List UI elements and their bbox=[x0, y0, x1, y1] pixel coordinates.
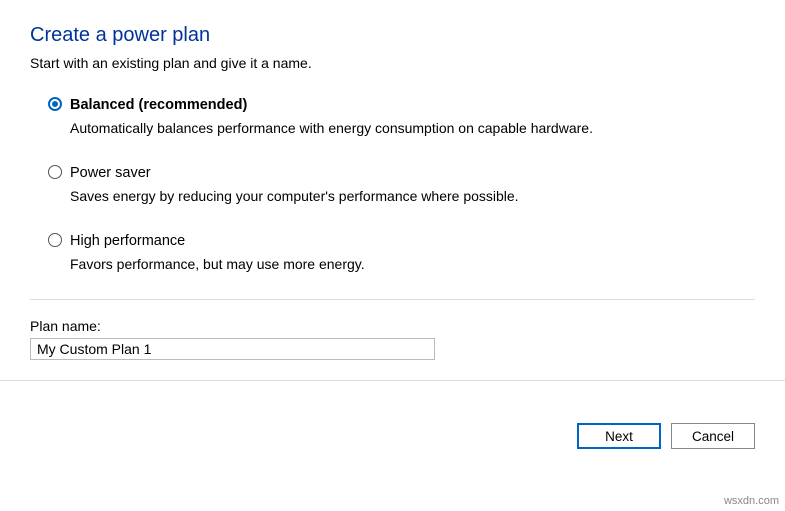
option-desc: Favors performance, but may use more ene… bbox=[70, 255, 755, 275]
option-label: Power saver bbox=[70, 163, 755, 183]
cancel-button[interactable]: Cancel bbox=[671, 423, 755, 449]
option-power-saver[interactable]: Power saver Saves energy by reducing you… bbox=[48, 163, 755, 207]
option-desc: Saves energy by reducing your computer's… bbox=[70, 187, 755, 207]
page-title: Create a power plan bbox=[30, 24, 755, 47]
page-subtitle: Start with an existing plan and give it … bbox=[30, 55, 755, 71]
radio-icon bbox=[48, 233, 62, 247]
footer-divider bbox=[0, 380, 785, 381]
option-balanced[interactable]: Balanced (recommended) Automatically bal… bbox=[48, 95, 755, 139]
plan-options: Balanced (recommended) Automatically bal… bbox=[30, 95, 755, 275]
option-label: High performance bbox=[70, 231, 755, 251]
plan-name-input[interactable] bbox=[30, 338, 435, 360]
divider bbox=[30, 299, 755, 300]
option-label: Balanced (recommended) bbox=[70, 95, 755, 115]
option-high-performance[interactable]: High performance Favors performance, but… bbox=[48, 231, 755, 275]
footer-buttons: Next Cancel bbox=[577, 423, 755, 449]
radio-icon bbox=[48, 97, 62, 111]
plan-name-label: Plan name: bbox=[30, 318, 755, 334]
radio-icon bbox=[48, 165, 62, 179]
option-desc: Automatically balances performance with … bbox=[70, 119, 755, 139]
next-button[interactable]: Next bbox=[577, 423, 661, 449]
watermark: wsxdn.com bbox=[724, 495, 779, 507]
